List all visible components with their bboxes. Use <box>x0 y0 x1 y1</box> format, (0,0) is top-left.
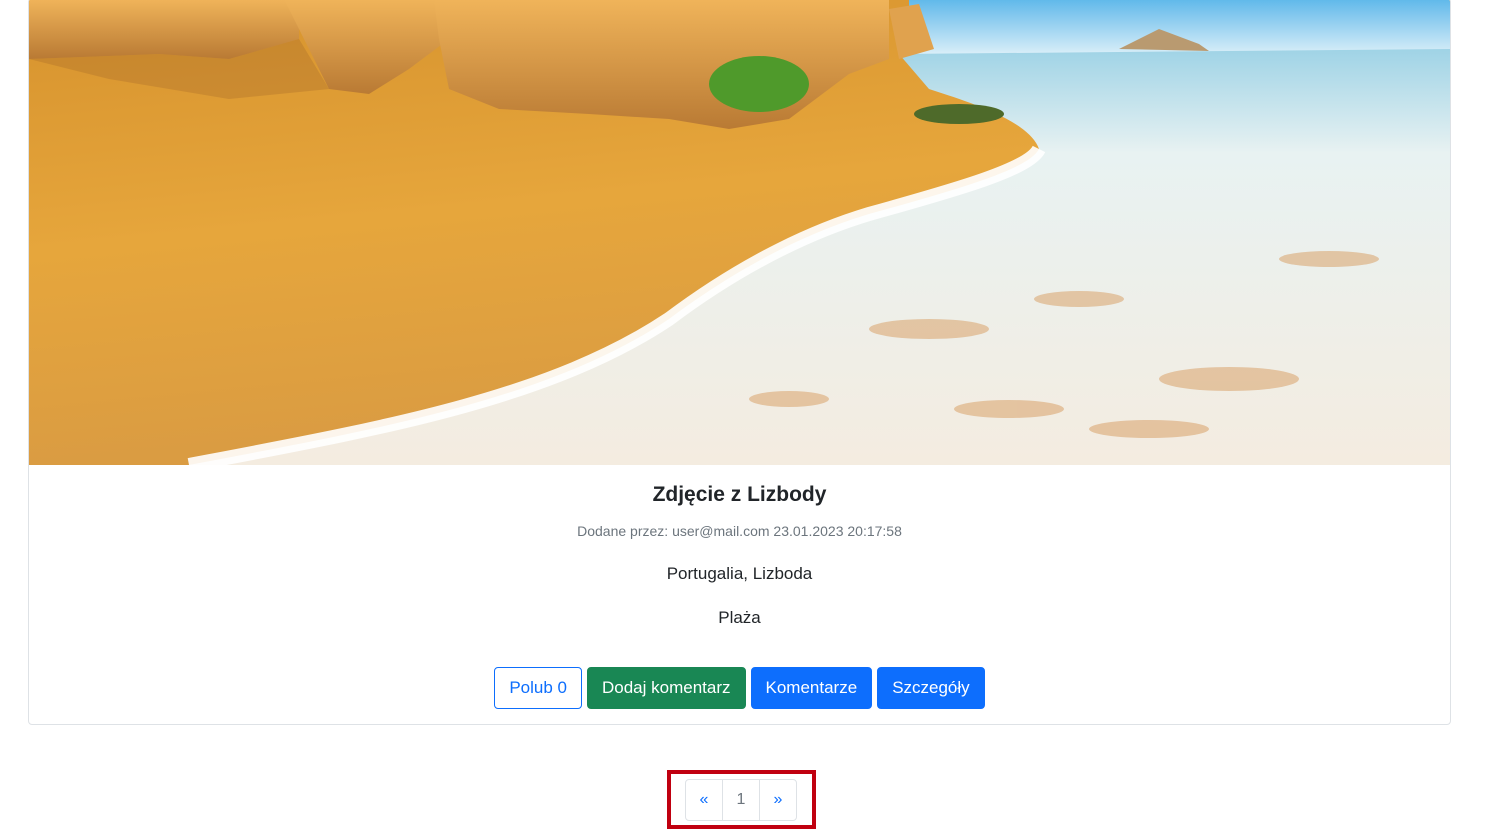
details-button[interactable]: Szczegóły <box>877 667 985 709</box>
pagination: « 1 » <box>685 779 797 821</box>
pagination-prev[interactable]: « <box>685 779 723 821</box>
post-category: Plaża <box>718 608 761 627</box>
post-meta: Dodane przez: user@mail.com 23.01.2023 2… <box>577 523 902 539</box>
pagination-next[interactable]: » <box>759 779 797 821</box>
post-photo <box>29 0 1450 465</box>
like-button[interactable]: Polub 0 <box>494 667 582 709</box>
post-title: Zdjęcie z Lizbody <box>652 483 827 506</box>
post-location: Portugalia, Lizboda <box>666 564 813 583</box>
comments-button[interactable]: Komentarze <box>750 667 873 709</box>
post-actions: Polub 0 Dodaj komentarz Komentarze Szcze… <box>29 667 1450 709</box>
add-comment-button[interactable]: Dodaj komentarz <box>587 667 746 709</box>
post-card: Zdjęcie z Lizbody Dodane przez: user@mai… <box>28 0 1451 725</box>
pagination-page-1[interactable]: 1 <box>722 779 760 821</box>
